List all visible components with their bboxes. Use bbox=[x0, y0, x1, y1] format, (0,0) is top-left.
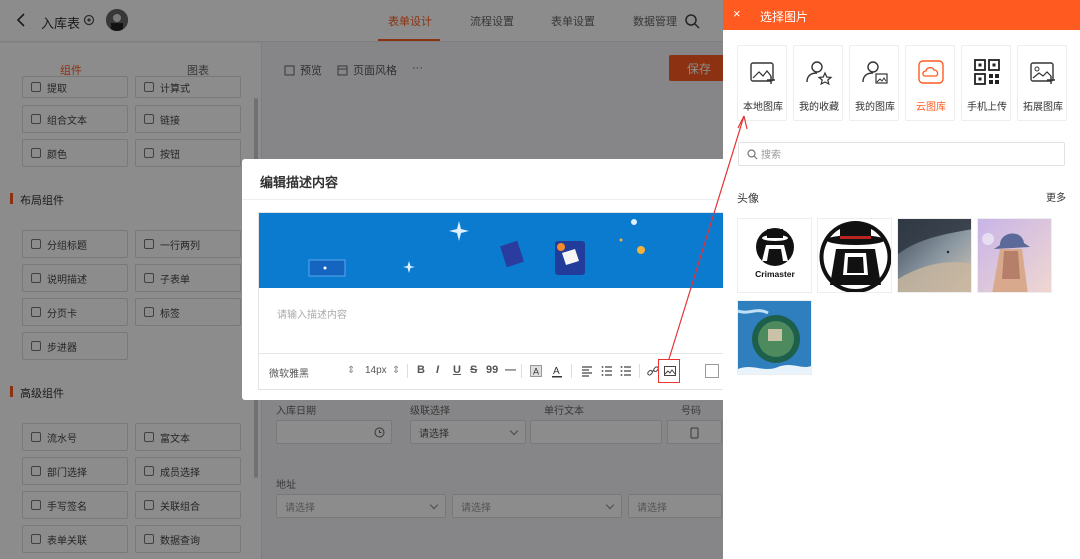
source-mobile-upload[interactable]: 手机上传 bbox=[961, 45, 1011, 121]
align-left-icon[interactable] bbox=[581, 365, 593, 377]
banner-illustration bbox=[259, 213, 732, 288]
close-icon[interactable]: × bbox=[733, 6, 741, 21]
source-extended-gallery[interactable]: 拓展图库 bbox=[1017, 45, 1067, 121]
qrcode-icon bbox=[974, 59, 1000, 85]
toolbar-divider bbox=[407, 364, 408, 378]
hat-man-avatar-image bbox=[819, 221, 891, 292]
source-cloud-gallery[interactable]: 云图库 bbox=[905, 45, 955, 121]
source-my-favorites[interactable]: 我的收藏 bbox=[793, 45, 843, 121]
unordered-list-icon[interactable] bbox=[620, 365, 632, 377]
cloud-icon bbox=[918, 60, 944, 84]
image-button-highlight bbox=[658, 359, 680, 383]
user-star-icon bbox=[806, 61, 833, 86]
user-image-icon bbox=[862, 61, 888, 84]
image-thumbnail[interactable] bbox=[977, 218, 1052, 293]
italic-button[interactable]: I bbox=[436, 364, 439, 376]
source-label: 我的收藏 bbox=[799, 102, 839, 113]
image-upload-icon bbox=[750, 62, 775, 84]
toolbar-divider bbox=[521, 364, 522, 378]
editor-placeholder: 请输入描述内容 bbox=[277, 310, 347, 321]
svg-text:A: A bbox=[533, 367, 539, 377]
source-local-gallery[interactable]: 本地图库 bbox=[737, 45, 787, 121]
background-color-icon[interactable]: A bbox=[530, 365, 542, 377]
crimaster-logo-image: Crimaster bbox=[755, 228, 796, 279]
font-size-select[interactable]: 14px bbox=[365, 365, 387, 376]
image-add-icon bbox=[1030, 62, 1055, 84]
category-title: 头像 bbox=[737, 193, 759, 205]
source-label: 我的图库 bbox=[855, 102, 895, 113]
source-my-gallery[interactable]: 我的图库 bbox=[849, 45, 899, 121]
quote-button[interactable]: 99 bbox=[486, 364, 498, 376]
bold-button[interactable]: B bbox=[417, 364, 425, 376]
underline-button[interactable]: U bbox=[453, 364, 461, 376]
font-family-select[interactable]: 微软雅黑 bbox=[269, 365, 309, 380]
girl-hat-image bbox=[978, 219, 1051, 292]
panel-title: 选择图片 bbox=[760, 10, 809, 24]
floating-island-image bbox=[738, 301, 811, 374]
code-view-icon[interactable] bbox=[705, 364, 719, 378]
divider bbox=[242, 199, 732, 200]
panel-header: × 选择图片 bbox=[723, 0, 1080, 30]
search-icon bbox=[747, 149, 758, 160]
search-input[interactable] bbox=[761, 147, 1051, 163]
banner-graphic bbox=[259, 213, 732, 288]
strikethrough-button[interactable]: S bbox=[470, 364, 477, 376]
source-label: 拓展图库 bbox=[1023, 102, 1063, 113]
ordered-list-icon[interactable] bbox=[601, 365, 613, 377]
thumb-caption: Crimaster bbox=[755, 269, 795, 279]
image-thumbnail[interactable]: Crimaster bbox=[737, 218, 812, 293]
image-search-box[interactable] bbox=[738, 142, 1065, 166]
toolbar-divider bbox=[639, 364, 640, 378]
font-color-icon[interactable]: A bbox=[551, 364, 563, 378]
dialog-title: 编辑描述内容 bbox=[260, 175, 339, 190]
category-more-link[interactable]: 更多 bbox=[1046, 189, 1066, 204]
snow-slope-image bbox=[898, 219, 971, 292]
toolbar-divider bbox=[571, 364, 572, 378]
source-label: 本地图库 bbox=[743, 102, 783, 113]
source-label: 手机上传 bbox=[967, 102, 1007, 113]
image-thumbnail[interactable] bbox=[737, 300, 812, 375]
image-thumbnail[interactable] bbox=[817, 218, 892, 293]
horizontal-rule-button[interactable]: — bbox=[505, 364, 516, 376]
svg-text:A: A bbox=[553, 366, 560, 377]
font-size-caret-icon: ⇕ bbox=[392, 365, 401, 376]
image-picker-panel: × 选择图片 本地图库 我的收藏 我的图库 云图库 手机上传 拓展图库 头像 更… bbox=[723, 0, 1080, 559]
font-family-caret-icon: ⇕ bbox=[347, 365, 356, 376]
source-label: 云图库 bbox=[916, 102, 946, 113]
image-thumbnail[interactable] bbox=[897, 218, 972, 293]
